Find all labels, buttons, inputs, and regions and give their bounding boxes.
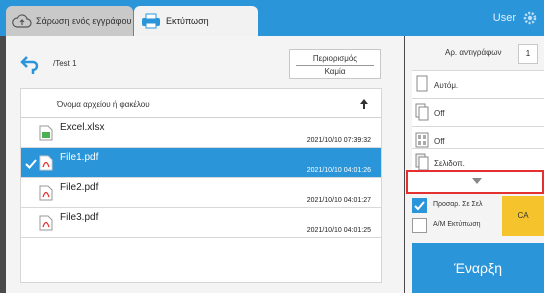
tab-print[interactable]: Εκτύπωση: [134, 6, 258, 36]
list-header[interactable]: Όνομα αρχείου ή φακέλου: [21, 89, 381, 118]
list-item[interactable]: Excel.xlsx 2021/10/10 07:39:32: [21, 118, 381, 148]
pdf-file-icon: [39, 155, 53, 171]
list-item[interactable]: File3.pdf 2021/10/10 04:01:25: [21, 208, 381, 238]
file-date: 2021/10/10 04:01:25: [306, 227, 371, 234]
pdf-file-icon: [39, 215, 53, 231]
bw-print-label: Α/Μ Εκτύπωση: [433, 221, 481, 228]
excel-file-icon: [39, 125, 53, 141]
checkbox-unchecked-icon: [412, 218, 427, 233]
print-settings-panel: Αρ. αντιγράφων 1 Αυτόμ. Off Off Σελιδοπ.…: [405, 36, 544, 293]
tab-scan-label: Σάρωση ενός εγγράφου: [36, 16, 132, 26]
file-date: 2021/10/10 04:01:27: [306, 197, 371, 204]
file-name: File2.pdf: [60, 182, 99, 193]
copies-setting: Αρ. αντιγράφων 1: [405, 36, 544, 70]
paper-size-icon: [414, 75, 430, 93]
copies-label: Αρ. αντιγράφων: [445, 48, 502, 57]
tab-scan-document[interactable]: Σάρωση ενός εγγράφου: [6, 6, 133, 36]
restriction-value: Καμία: [324, 67, 346, 76]
copies-input[interactable]: 1: [518, 44, 538, 64]
n-up-icon: [414, 131, 430, 149]
pdf-file-icon: [39, 185, 53, 201]
collate-value: Σελιδοπ.: [434, 159, 465, 168]
file-name: File1.pdf: [60, 152, 99, 163]
cloud-upload-icon: [12, 14, 32, 28]
file-date: 2021/10/10 07:39:32: [306, 137, 371, 144]
bw-print-checkbox[interactable]: Α/Μ Εκτύπωση: [412, 216, 502, 236]
file-browser-panel: /Test 1 Περιορισμός Καμία Όνομα αρχείου …: [6, 36, 404, 293]
list-item[interactable]: File1.pdf 2021/10/10 04:01:26: [21, 148, 381, 178]
divider: [296, 65, 374, 66]
file-name: Excel.xlsx: [60, 122, 105, 133]
file-list: Όνομα αρχείου ή φακέλου Excel.xlsx 2021/…: [20, 88, 382, 283]
file-name: File3.pdf: [60, 212, 99, 223]
sort-arrow-icon[interactable]: [359, 97, 369, 109]
checkbox-checked-icon: [412, 198, 427, 213]
chevron-down-icon: [472, 178, 482, 184]
user-name[interactable]: User: [493, 12, 516, 24]
duplex-icon: [414, 103, 430, 121]
back-arrow-icon[interactable]: [18, 54, 40, 76]
list-item[interactable]: File2.pdf 2021/10/10 04:01:27: [21, 178, 381, 208]
printer-icon: [140, 13, 162, 29]
tab-print-label: Εκτύπωση: [166, 16, 209, 26]
file-date: 2021/10/10 04:01:26: [306, 167, 371, 174]
n-up-value: Off: [434, 137, 445, 146]
paper-size-option[interactable]: Αυτόμ.: [412, 70, 544, 98]
top-bar: Σάρωση ενός εγγράφου Εκτύπωση User: [0, 0, 544, 36]
duplex-value: Off: [434, 109, 445, 118]
gear-icon[interactable]: [522, 10, 538, 26]
folder-path: /Test 1: [53, 59, 77, 68]
column-header-name: Όνομα αρχείου ή φακέλου: [57, 100, 150, 109]
fit-to-page-label: Προσαρ. Σε Σελ: [433, 201, 483, 208]
ca-button[interactable]: CA: [502, 196, 544, 236]
duplex-option[interactable]: Off: [412, 98, 544, 126]
more-options-button[interactable]: [406, 170, 544, 194]
paper-size-value: Αυτόμ.: [434, 81, 459, 90]
fit-to-page-checkbox[interactable]: Προσαρ. Σε Σελ: [412, 196, 502, 216]
restriction-label: Περιορισμός: [312, 54, 358, 63]
checkmark-icon: [25, 157, 37, 169]
collate-icon: [414, 153, 430, 171]
restriction-button[interactable]: Περιορισμός Καμία: [289, 49, 381, 79]
start-button[interactable]: Έναρξη: [412, 243, 544, 293]
